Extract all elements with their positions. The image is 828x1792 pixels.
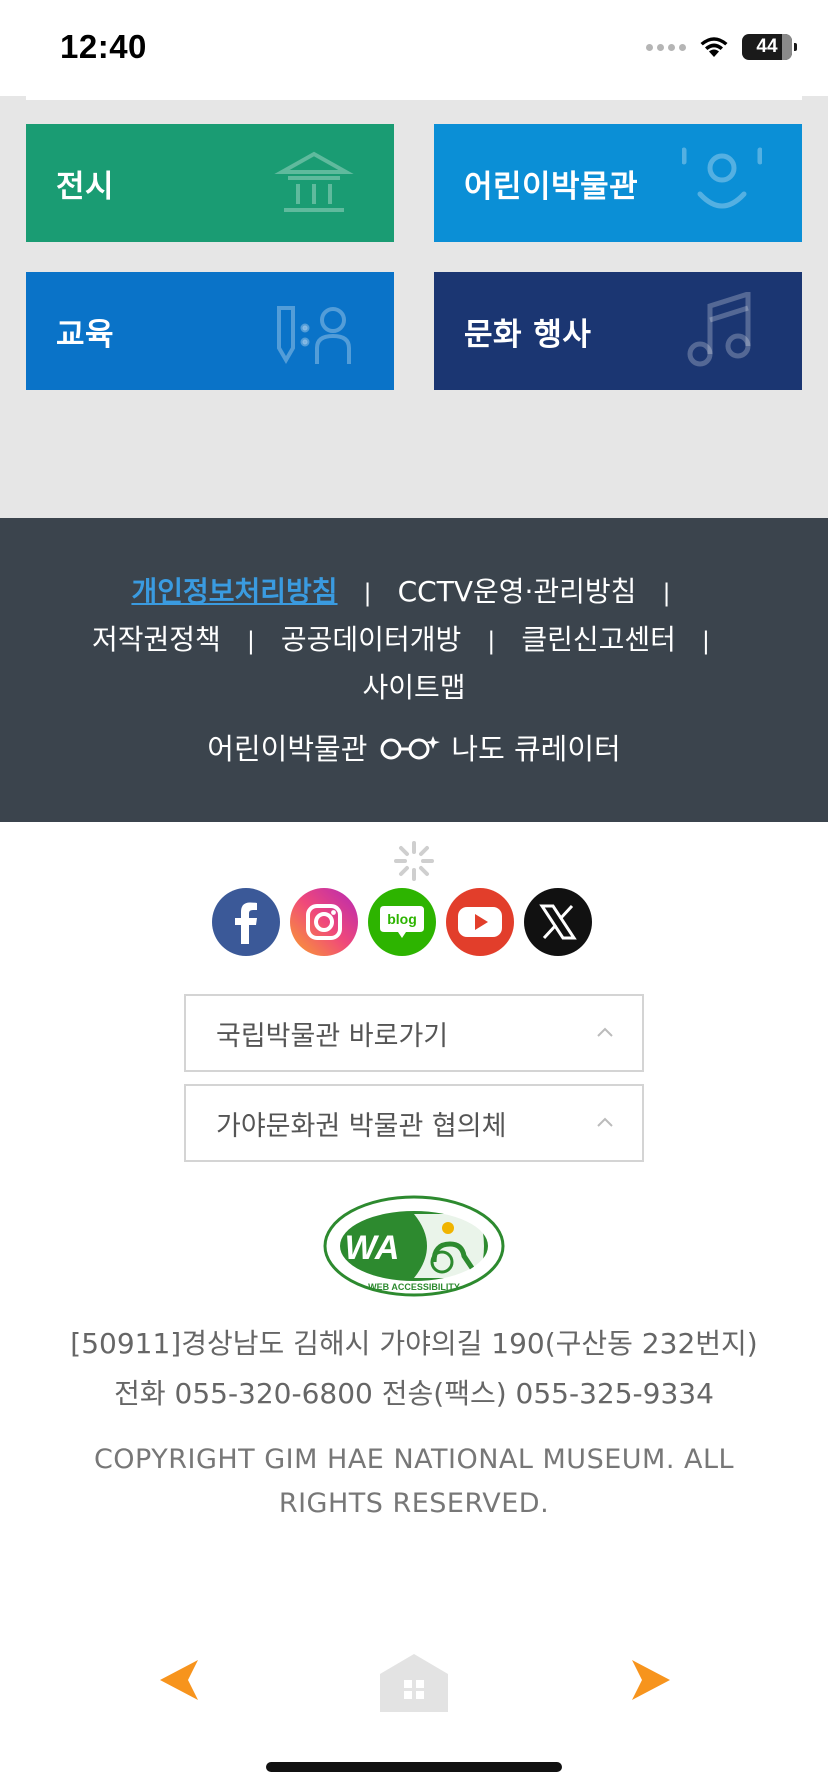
battery-level: 44 — [756, 36, 778, 57]
tile-cultural-event[interactable]: 문화 행사 — [434, 272, 802, 390]
link-copyright-policy[interactable]: 저작권정책 — [92, 623, 221, 656]
national-museums-select[interactable]: 국립박물관 바로가기 — [184, 994, 644, 1072]
wa-logo-text: WA — [345, 1229, 400, 1267]
museum-building-icon — [274, 151, 354, 212]
footer-links-row-2: 저작권정책 | 공공데이터개방 | 클린신고센터 | — [0, 618, 828, 658]
link-open-data[interactable]: 공공데이터개방 — [281, 623, 461, 656]
youtube-icon[interactable] — [446, 888, 514, 956]
tile-kids-museum[interactable]: 어린이박물관 — [434, 124, 802, 242]
separator: | — [363, 579, 372, 607]
previous-arrow-icon[interactable] — [158, 1656, 202, 1708]
gaya-museums-select-label: 가야문화권 박물관 협의체 — [216, 1110, 507, 1142]
status-time: 12:40 — [60, 28, 147, 65]
glasses-icon — [380, 736, 441, 760]
web-accessibility-mark-logo: WA WEB ACCESSIBILITY — [323, 1195, 505, 1297]
copyright-text: COPYRIGHT GIM HAE NATIONAL MUSEUM. ALL R… — [93, 1444, 735, 1519]
link-privacy-policy[interactable]: 개인정보처리방침 — [131, 575, 337, 608]
kids-curator-left-label: 어린이박물관 — [207, 732, 368, 766]
divider — [26, 96, 802, 100]
status-indicators: 44 — [646, 34, 797, 60]
footer-links-row-1: 개인정보처리방침 | CCTV운영·관리방침 | — [0, 570, 828, 610]
blog-icon[interactable]: blog — [368, 888, 436, 956]
national-museums-select-label: 국립박물관 바로가기 — [216, 1020, 449, 1052]
gaya-museums-select[interactable]: 가야문화권 박물관 협의체 — [184, 1084, 644, 1162]
loading-spinner-icon — [394, 841, 434, 881]
tile-exhibition-label: 전시 — [56, 168, 115, 205]
tile-kids-museum-label: 어린이박물관 — [464, 168, 639, 205]
wifi-icon — [698, 35, 730, 59]
facebook-icon[interactable] — [212, 888, 280, 956]
address-line: [50911]경상남도 김해시 가야의길 190(구산동 232번지) — [70, 1327, 758, 1360]
pencil-person-icon — [277, 306, 351, 364]
tile-exhibition[interactable]: 전시 — [26, 124, 394, 242]
x-icon[interactable] — [524, 888, 592, 956]
footer-links-row-3: 사이트맵 — [0, 666, 828, 706]
separator: | — [487, 627, 496, 655]
home-indicator[interactable] — [266, 1762, 562, 1772]
next-arrow-icon[interactable] — [628, 1656, 672, 1708]
separator: | — [701, 627, 710, 655]
kids-curator-link[interactable]: 어린이박물관 나도 큐레이터 — [0, 726, 828, 768]
battery-icon: 44 — [742, 34, 797, 60]
footer-links-section: 개인정보처리방침 | CCTV운영·관리방침 | 저작권정책 | 공공데이터개방 | 클린신고… — [0, 518, 828, 822]
smiley-face-icon — [682, 147, 762, 209]
bottom-navigation — [0, 1654, 828, 1716]
link-sitemap[interactable]: 사이트맵 — [362, 671, 465, 704]
chevron-up-icon — [597, 1027, 613, 1037]
separator: | — [246, 627, 255, 655]
status-bar: 12:40 44 — [0, 0, 828, 96]
kids-curator-right-label: 나도 큐레이터 — [451, 732, 621, 766]
home-icon[interactable] — [380, 1654, 448, 1716]
contact-line: 전화 055-320-6800 전송(팩스) 055-325-9334 — [114, 1377, 714, 1410]
signal-icon — [646, 43, 686, 51]
social-links: blog — [212, 888, 592, 956]
tile-cultural-event-label: 문화 행사 — [464, 316, 592, 353]
instagram-icon[interactable] — [290, 888, 358, 956]
tile-education-label: 교육 — [56, 316, 115, 353]
separator: | — [662, 579, 671, 607]
link-cctv-policy[interactable]: CCTV운영·관리방침 — [398, 575, 637, 608]
chevron-up-icon — [597, 1117, 613, 1127]
blog-label: blog — [387, 911, 417, 927]
link-clean-report-center[interactable]: 클린신고센터 — [521, 623, 676, 656]
music-note-icon — [687, 292, 751, 367]
tile-education[interactable]: 교육 — [26, 272, 394, 390]
wa-logo-ring-text: WEB ACCESSIBILITY — [368, 1282, 460, 1292]
